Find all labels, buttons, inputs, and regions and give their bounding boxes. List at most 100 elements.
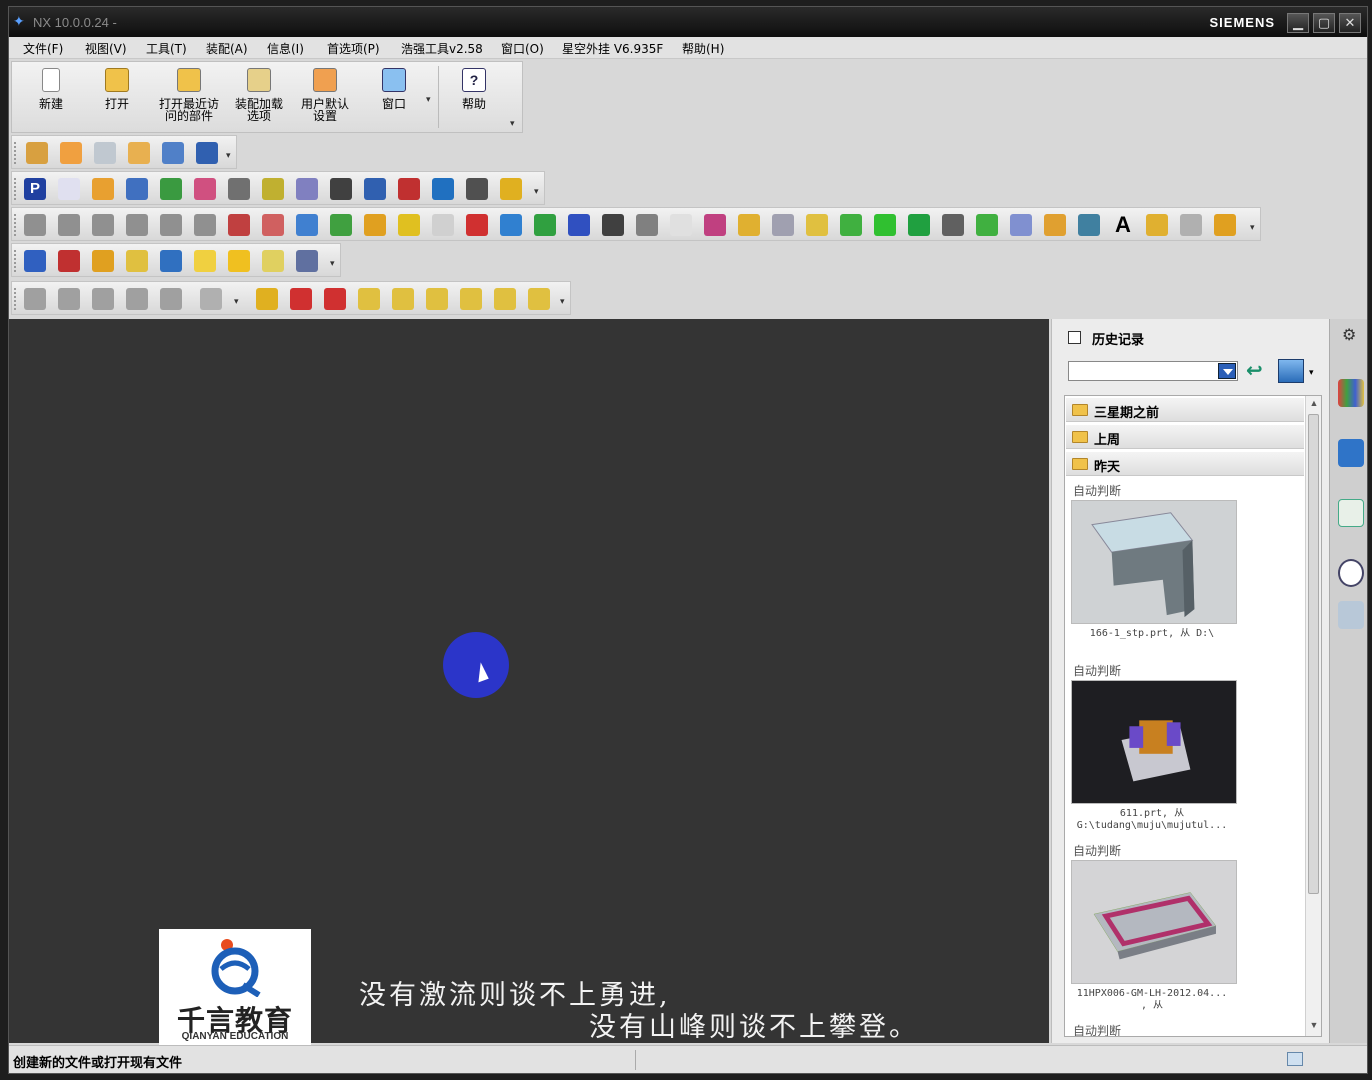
toolbar-icon[interactable] — [160, 214, 182, 236]
toolbar-icon[interactable] — [196, 142, 218, 164]
scroll-up-icon[interactable]: ▲ — [1308, 398, 1320, 412]
menu-file[interactable]: 文件(F) — [23, 40, 63, 57]
toolbar-icon[interactable] — [398, 178, 420, 200]
toolbar-dropdown[interactable]: ▾ — [534, 186, 539, 197]
toolbar-icon[interactable] — [426, 288, 448, 310]
inch-mm-icon[interactable] — [58, 250, 80, 272]
toolbar-icon[interactable] — [262, 178, 284, 200]
minimize-button[interactable]: ▁ — [1287, 13, 1309, 33]
toolbar-icon[interactable] — [602, 214, 624, 236]
open-recent-button[interactable]: 打开最近访 问的部件 — [152, 62, 226, 132]
menu-help[interactable]: 帮助(H) — [682, 40, 724, 57]
toolbar-icon[interactable] — [26, 142, 48, 164]
part-thumbnail[interactable] — [1071, 500, 1237, 624]
menu-view[interactable]: 视图(V) — [85, 40, 127, 57]
toolbar-icon[interactable] — [92, 288, 114, 310]
assembly-navigator-icon[interactable] — [1338, 379, 1364, 407]
toolbar-icon[interactable] — [1078, 214, 1100, 236]
toolbar-icon[interactable] — [460, 288, 482, 310]
toolbar-icon[interactable] — [942, 214, 964, 236]
toolbar-icon[interactable] — [432, 214, 454, 236]
full-screen-icon[interactable] — [1287, 1052, 1303, 1066]
close-button[interactable]: ✕ — [1339, 13, 1361, 33]
toolbar-dropdown[interactable]: ▾ — [330, 258, 335, 269]
panel-pin-checkbox[interactable] — [1068, 331, 1081, 344]
menu-preferences[interactable]: 首选项(P) — [327, 40, 380, 57]
toolbar-icon[interactable] — [392, 288, 414, 310]
toolbar-icon[interactable] — [704, 214, 726, 236]
toolbar-icon[interactable] — [1044, 214, 1066, 236]
toolbar-icon[interactable] — [494, 288, 516, 310]
toolbar-icon[interactable] — [330, 214, 352, 236]
back-arrow-icon[interactable]: ↩ — [1246, 361, 1268, 383]
help-button[interactable]: ? 帮助 — [444, 62, 504, 132]
toolbar-icon[interactable] — [194, 178, 216, 200]
toolbar-dropdown[interactable]: ▾ — [226, 150, 231, 161]
toolbar-icon[interactable] — [94, 142, 116, 164]
scroll-down-icon[interactable]: ▼ — [1308, 1020, 1320, 1034]
history-filter-combo[interactable] — [1068, 361, 1238, 381]
toolbar-icon[interactable] — [1010, 214, 1032, 236]
toolbar-icon[interactable] — [364, 214, 386, 236]
toolbar-icon[interactable] — [568, 214, 590, 236]
toolbar-icon[interactable] — [636, 214, 658, 236]
toolbar-icon[interactable] — [908, 214, 930, 236]
toolbar-icon[interactable] — [200, 288, 222, 310]
graphics-window[interactable]: 千言教育 QIANYAN EDUCATION 没有激流则谈不上勇进, 没有山峰则… — [9, 319, 1049, 1047]
menu-info[interactable]: 信息(I) — [267, 40, 304, 57]
part-thumbnail[interactable] — [1071, 860, 1237, 984]
toolbar-icon[interactable] — [58, 178, 80, 200]
text-annotation-icon[interactable]: A — [1112, 214, 1134, 236]
toolbar-icon[interactable] — [128, 142, 150, 164]
toolbar-icon[interactable] — [976, 214, 998, 236]
toolbar-dropdown[interactable]: ▾ — [560, 296, 565, 307]
toolbar-icon[interactable] — [194, 214, 216, 236]
menu-window[interactable]: 窗口(O) — [501, 40, 544, 57]
toolbar-icon[interactable] — [772, 214, 794, 236]
toolbar-icon[interactable] — [228, 178, 250, 200]
layers-icon[interactable] — [92, 250, 114, 272]
toolbar-icon[interactable] — [528, 288, 550, 310]
toolbar-icon[interactable] — [126, 214, 148, 236]
toolbar-icon[interactable] — [194, 250, 216, 272]
standard-toolbar-options[interactable]: ▾ — [510, 118, 515, 129]
toolbar-icon[interactable] — [840, 214, 862, 236]
menu-xingkong-plugin[interactable]: 星空外挂 V6.935F — [562, 40, 663, 57]
toolbar-icon[interactable] — [126, 178, 148, 200]
toolbar-icon[interactable] — [160, 250, 182, 272]
toolbar-icon[interactable] — [500, 178, 522, 200]
toolbar-icon[interactable] — [874, 214, 896, 236]
roles-icon[interactable] — [1338, 601, 1364, 629]
toolbar-icon[interactable] — [162, 142, 184, 164]
calculator-icon[interactable] — [228, 250, 250, 272]
thumbnail-view-icon[interactable] — [1278, 359, 1304, 383]
new-button[interactable]: 新建 — [16, 62, 86, 132]
toolbar-icon[interactable] — [262, 250, 284, 272]
toolbar-icon[interactable] — [92, 214, 114, 236]
pmi-icon[interactable]: P — [24, 178, 46, 200]
toolbar-icon[interactable] — [160, 178, 182, 200]
toolbar-icon[interactable] — [358, 288, 380, 310]
window-dropdown-arrow[interactable]: ▾ — [426, 94, 431, 105]
toolbar-icon[interactable] — [398, 214, 420, 236]
menu-tools[interactable]: 工具(T) — [146, 40, 187, 57]
history-group-three-weeks[interactable]: 三星期之前 — [1066, 398, 1304, 422]
history-scrollbar[interactable]: ▲ ▼ — [1305, 396, 1321, 1036]
chevron-down-icon[interactable] — [1218, 363, 1236, 379]
toolbar-icon[interactable] — [24, 250, 46, 272]
toolbar-icon[interactable] — [256, 288, 278, 310]
history-group-last-week[interactable]: 上周 — [1066, 425, 1304, 449]
info-icon[interactable] — [1338, 439, 1364, 467]
view-dropdown-arrow[interactable]: ▾ — [1309, 367, 1314, 378]
toolbar-icon[interactable] — [60, 142, 82, 164]
window-button[interactable]: 窗口 — [364, 62, 424, 132]
menu-assembly[interactable]: 装配(A) — [206, 40, 248, 57]
toolbar-icon[interactable] — [1180, 214, 1202, 236]
toolbar-icon[interactable] — [24, 288, 46, 310]
web-browser-icon[interactable] — [1338, 499, 1364, 527]
toolbar-icon[interactable] — [500, 214, 522, 236]
toolbar-icon[interactable] — [160, 288, 182, 310]
toolbar-icon[interactable] — [296, 250, 318, 272]
assembly-load-options-button[interactable]: 装配加载 选项 — [226, 62, 292, 132]
toolbar-icon[interactable] — [806, 214, 828, 236]
